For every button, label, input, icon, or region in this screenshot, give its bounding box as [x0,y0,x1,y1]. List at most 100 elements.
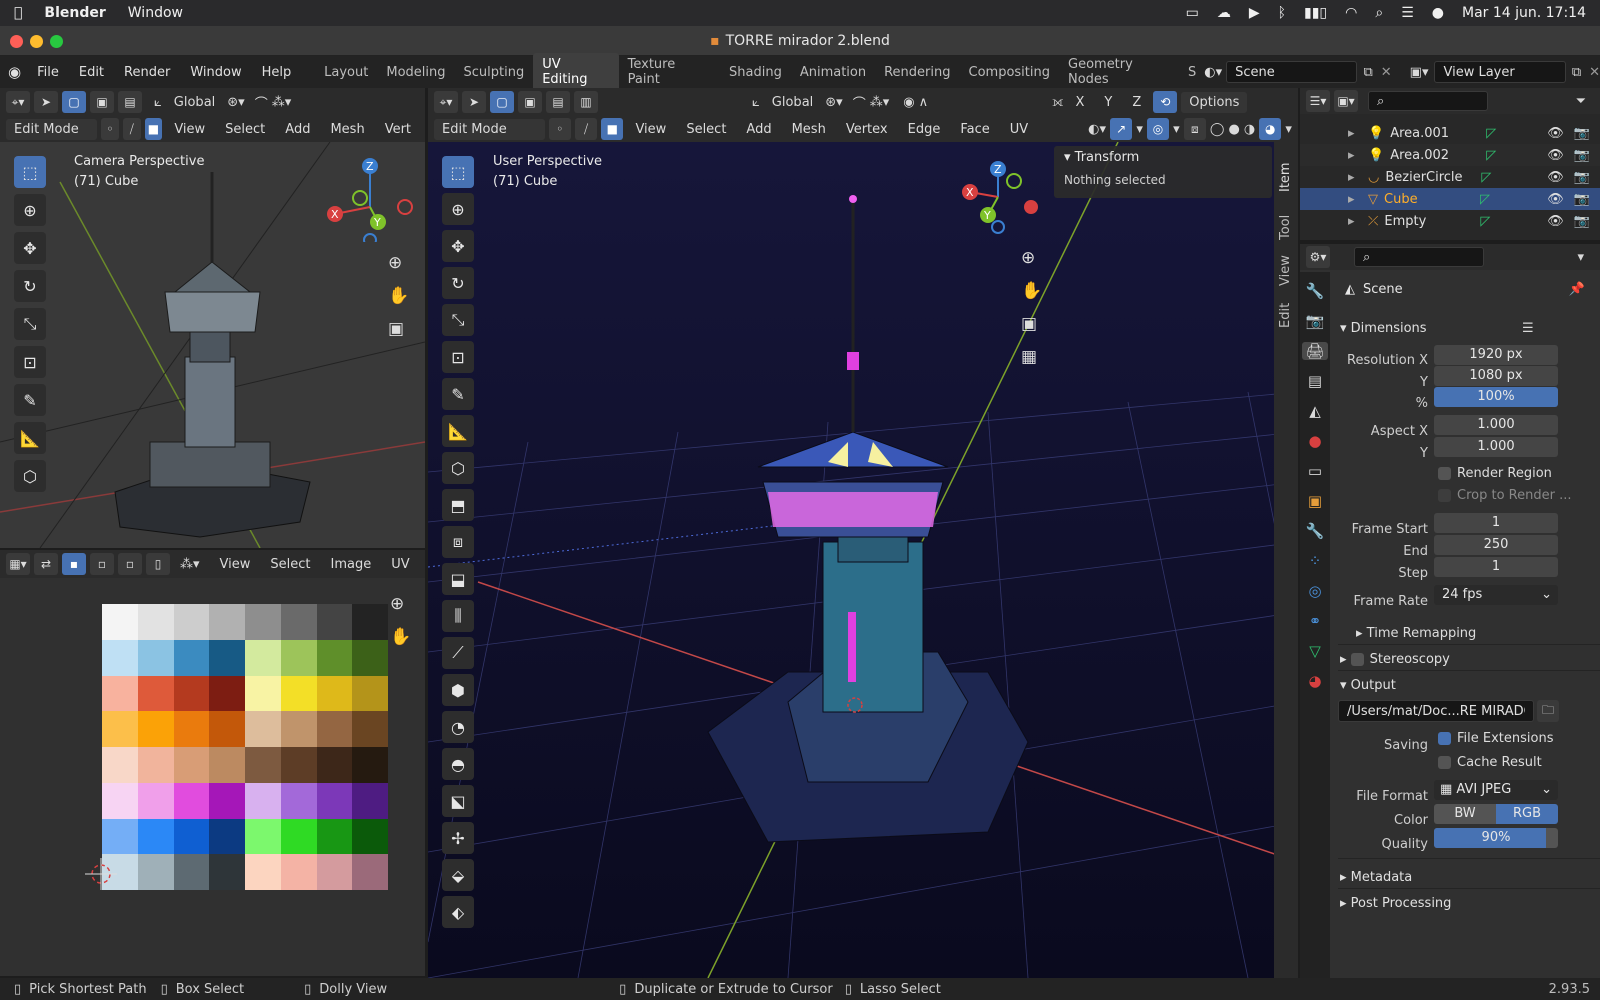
folder-icon[interactable]: 🗀 [1537,700,1559,722]
tab-shading[interactable]: Shading [720,61,791,84]
data-icon[interactable]: ◸ [1486,148,1536,163]
tab-tool[interactable]: Tool [1278,206,1293,240]
face-select-icon[interactable]: ■ [144,118,163,140]
shading-dropdown-icon[interactable]: ▾ [1285,122,1292,137]
tab-layout[interactable]: Layout [315,61,377,84]
outliner-search[interactable]: ⌕ [1368,91,1488,111]
tab-modeling[interactable]: Modeling [377,61,454,84]
main-add-cube-icon[interactable]: ⬡ [442,452,474,484]
outliner-row[interactable]: ▸ 💡 Area.002 ◸ 👁 📷 [1300,144,1600,166]
menu-window[interactable]: Window [180,65,251,80]
material-tab-icon[interactable]: ◕ [1308,672,1321,690]
file-extensions-box[interactable] [1438,732,1451,745]
main-snap-settings-icon[interactable]: ⁂▾ [870,95,890,110]
main-transform-dropdown[interactable]: Global [764,92,821,113]
smooth-icon[interactable]: ◓ [442,748,474,780]
app-menu[interactable]: Blender [44,5,105,21]
scene-field[interactable]: Scene [1226,61,1358,83]
visibility-eye-icon[interactable]: 👁 [1547,126,1564,141]
color-bw-button[interactable]: BW [1434,804,1496,824]
frame-end-field[interactable]: 250 [1434,535,1558,555]
outliner-row[interactable]: ▸ ⤫ Empty ◸ 👁 📷 [1300,210,1600,232]
spin-icon[interactable]: ◔ [442,711,474,743]
outliner-row[interactable]: ▸ 💡 Area.001 ◸ 👁 📷 [1300,122,1600,144]
main-ortho-grid-icon[interactable]: ▦ [1021,341,1042,374]
main-select-extend-icon[interactable]: ▣ [518,91,542,113]
main-select-invert-icon[interactable]: ▥ [574,91,598,113]
overlay-toggle-icon[interactable]: ◎ [1146,118,1170,140]
uv-island-mode-icon[interactable]: ▯ [146,553,170,575]
expand-arrow-icon[interactable]: ▸ [1348,192,1362,207]
main-menu-uv[interactable]: UV [1002,119,1036,140]
image-editor-canvas[interactable]: ⊕ ✋ [0,578,425,976]
main-transform-icon[interactable]: ⟀ [752,95,760,110]
delete-scene-icon[interactable]: ✕ [1381,65,1392,80]
crop-box[interactable] [1438,489,1451,502]
data-icon[interactable]: ◸ [1480,214,1530,229]
close-button[interactable] [10,35,23,48]
left-menu-add[interactable]: Add [277,119,318,140]
tab-texture-paint[interactable]: Texture Paint [619,53,720,91]
render-camera-icon[interactable]: 📷 [1574,192,1590,207]
inset-icon[interactable]: ⧈ [442,526,474,558]
frame-start-field[interactable]: 1 [1434,513,1558,533]
visibility-eye-icon[interactable]: 👁 [1547,170,1564,185]
file-extensions-checkbox[interactable]: File Extensions [1438,731,1553,746]
cache-result-checkbox[interactable]: Cache Result [1438,755,1542,770]
shrink-fatten-icon[interactable]: ✢ [442,822,474,854]
battery-icon[interactable]: ▮▮▯ [1304,5,1327,21]
main-face-select-icon[interactable]: ■ [601,118,624,140]
select-box-tool-icon[interactable]: ⬚ [14,156,46,188]
main-select-subtract-icon[interactable]: ▤ [546,91,570,113]
view-layer-field[interactable]: View Layer [1434,61,1566,83]
window-menu[interactable]: Window [128,5,183,21]
main-annotate-icon[interactable]: ✎ [442,378,474,410]
data-icon[interactable]: ◸ [1480,192,1530,207]
play-icon[interactable]: ▶ [1249,5,1260,21]
physics-tab-icon[interactable]: ◎ [1308,582,1321,600]
render-camera-icon[interactable]: 📷 [1574,214,1590,229]
menu-edit[interactable]: Edit [69,65,114,80]
stereoscopy-panel-header[interactable]: ▸ Stereoscopy [1340,652,1450,667]
extrude-icon[interactable]: ⬒ [442,489,474,521]
loop-cut-icon[interactable]: ⫼ [442,600,474,632]
transform-tool-icon[interactable]: ⊡ [14,346,46,378]
shading-material-icon[interactable]: ◑ [1244,122,1255,137]
main-pivot-icon[interactable]: ⊛▾ [825,95,842,110]
data-icon[interactable]: ◸ [1481,170,1531,185]
tab-animation[interactable]: Animation [791,61,875,84]
menu-help[interactable]: Help [252,65,302,80]
mirror-icon[interactable]: ⟗ [1052,95,1063,110]
select-tool-icon[interactable]: ➤ [34,91,58,113]
main-vertex-select-icon[interactable]: ◦ [548,118,571,140]
2d-cursor-icon[interactable] [85,858,117,890]
tab-edit[interactable]: Edit [1278,298,1293,328]
pin-icon[interactable]: 📌 [1569,282,1585,297]
constraints-tab-icon[interactable]: ⚭ [1309,612,1322,630]
camera-view-icon[interactable]: ▣ [388,313,409,346]
transform-panel-header[interactable]: ▾ Transform [1054,146,1272,169]
main-menu-select[interactable]: Select [678,119,734,140]
display-mode-icon[interactable]: ▣▾ [1334,90,1358,112]
resolution-y-field[interactable]: 1080 px [1434,366,1558,386]
main-menu-vertex[interactable]: Vertex [838,119,896,140]
tab-scripting[interactable]: S [1186,61,1198,84]
main-menu-view[interactable]: View [627,119,674,140]
render-camera-icon[interactable]: 📷 [1574,148,1590,163]
uv-sync-icon[interactable]: ⇄ [34,553,58,575]
main-menu-mesh[interactable]: Mesh [784,119,834,140]
main-menu-add[interactable]: Add [738,119,779,140]
new-scene-icon[interactable]: ⧉ [1363,65,1372,80]
sticky-select-icon[interactable]: ⁂▾ [180,557,200,572]
tool-tab-icon[interactable]: 🔧 [1306,282,1325,300]
render-region-box[interactable] [1438,467,1451,480]
options-dropdown[interactable]: Options [1181,91,1248,113]
main-cursor-icon[interactable]: ⊕ [442,193,474,225]
main-select-tool-icon[interactable]: ➤ [462,91,486,113]
auto-merge-icon[interactable]: ⟲ [1153,91,1178,113]
frame-step-field[interactable]: 1 [1434,557,1558,577]
transform-orientation-icon[interactable]: ⟀ [154,95,162,110]
shading-wire-icon[interactable]: ◯ [1210,122,1225,137]
rip-icon[interactable]: ⬖ [442,896,474,928]
main-viewport-canvas[interactable]: User Perspective (71) Cube ▾ Transform N… [428,142,1298,978]
